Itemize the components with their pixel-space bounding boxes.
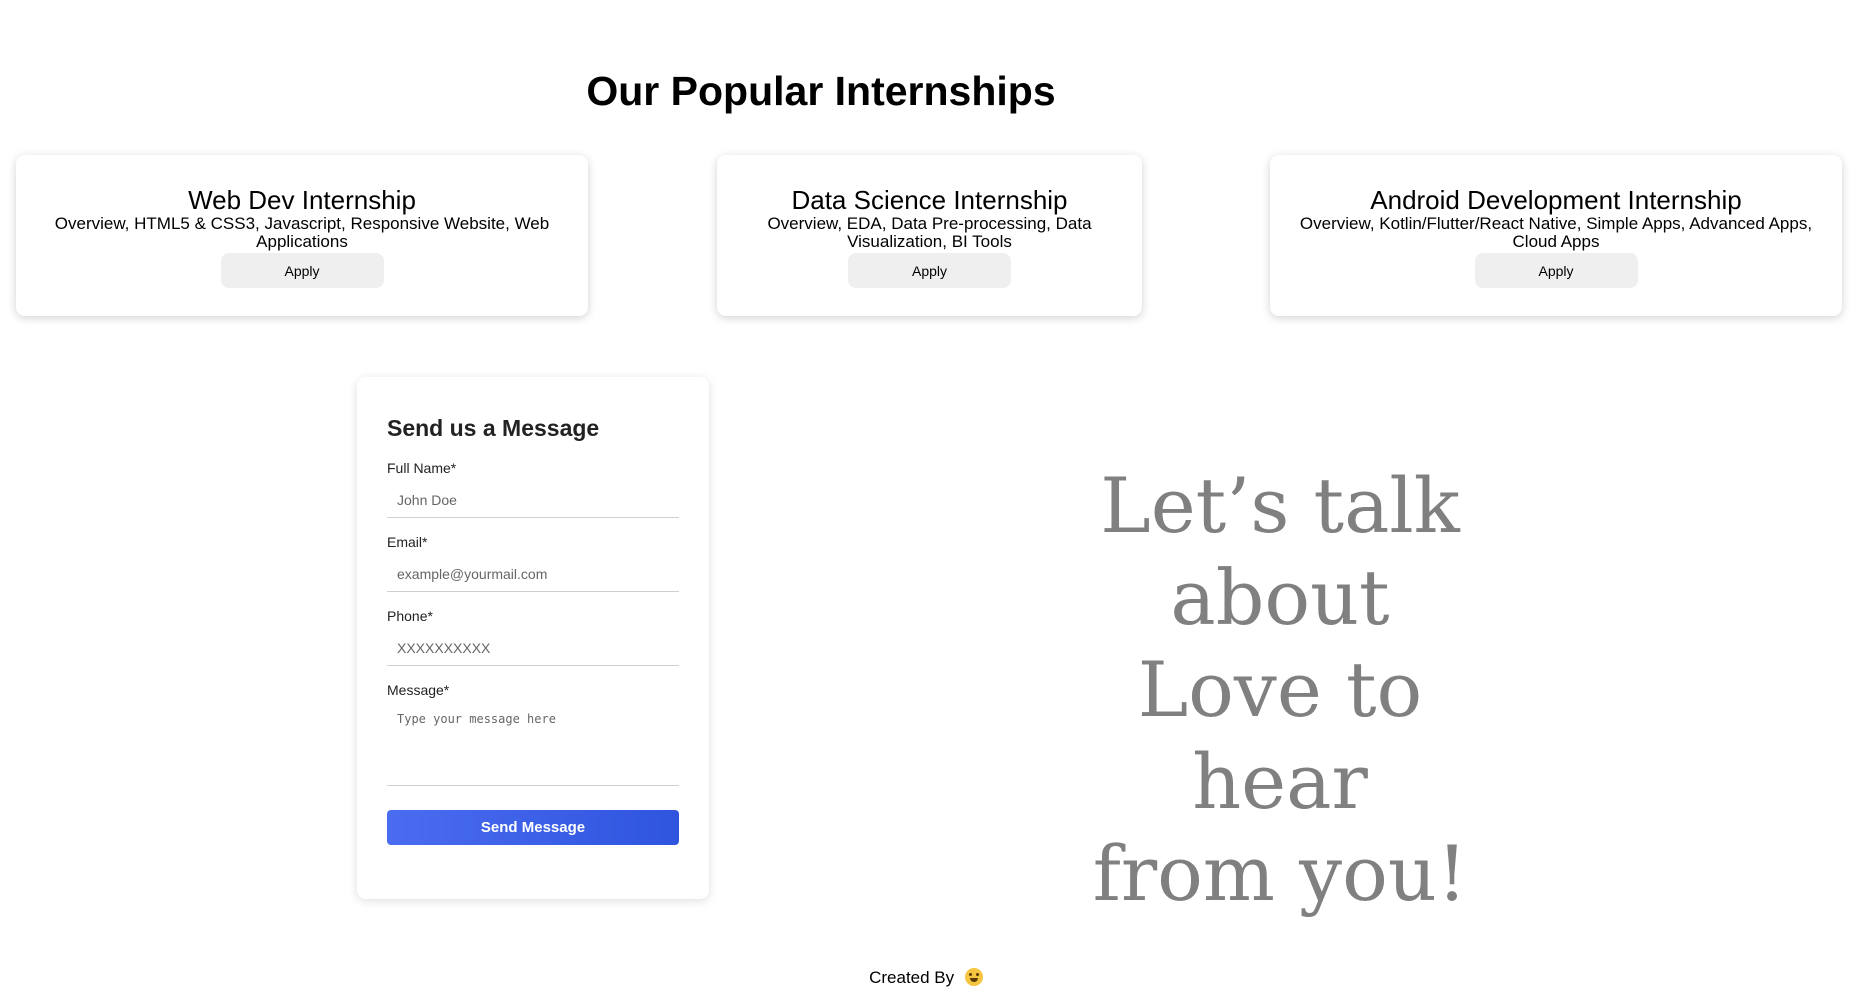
- talk-line: about: [1170, 553, 1390, 642]
- internship-title: Android Development Internship: [1370, 185, 1742, 215]
- email-label: Email*: [387, 534, 428, 550]
- contact-form: Send us a Message Full Name* Email* Phon…: [357, 377, 709, 899]
- full-name-label: Full Name*: [387, 460, 457, 476]
- talk-line: from you!: [1092, 829, 1468, 918]
- internship-title: Web Dev Internship: [188, 185, 416, 215]
- contact-form-title: Send us a Message: [387, 415, 600, 441]
- page-title: Our Popular Internships: [586, 68, 1056, 114]
- internship-description: Overview, EDA, Data Pre-processing, Data…: [767, 214, 1092, 251]
- internship-card-data-science: Data Science Internship Overview, EDA, D…: [717, 155, 1142, 316]
- talk-heading: Let’s talk about Love to hear from you!: [1040, 460, 1520, 920]
- email-field-group: Email*: [387, 534, 679, 592]
- internship-title: Data Science Internship: [791, 185, 1068, 215]
- phone-input[interactable]: [387, 630, 679, 666]
- full-name-input[interactable]: [387, 482, 679, 518]
- phone-label: Phone*: [387, 608, 433, 624]
- message-label: Message*: [387, 682, 450, 698]
- footer-credit-text: Created By: [869, 968, 955, 987]
- smiling-face-emoji-icon: [964, 968, 983, 986]
- apply-button[interactable]: Apply: [848, 253, 1011, 288]
- phone-field-group: Phone*: [387, 608, 679, 666]
- talk-line: Let’s talk: [1100, 461, 1460, 550]
- apply-button[interactable]: Apply: [220, 253, 384, 288]
- message-textarea[interactable]: [387, 704, 679, 786]
- talk-line: Love to hear: [1137, 645, 1423, 826]
- internship-card-android: Android Development Internship Overview,…: [1270, 155, 1842, 316]
- footer: Created By: [0, 968, 1852, 988]
- full-name-field-group: Full Name*: [387, 460, 679, 518]
- send-message-button[interactable]: Send Message: [387, 810, 679, 845]
- internship-description: Overview, HTML5 & CSS3, Javascript, Resp…: [54, 214, 550, 251]
- email-input[interactable]: [387, 556, 679, 592]
- page: Our Popular Internships Web Dev Internsh…: [0, 0, 1852, 995]
- apply-button[interactable]: Apply: [1474, 253, 1638, 288]
- internship-card-web-dev: Web Dev Internship Overview, HTML5 & CSS…: [16, 155, 588, 316]
- internship-description: Overview, Kotlin/Flutter/React Native, S…: [1299, 214, 1813, 251]
- message-field-group: Message*: [387, 682, 679, 786]
